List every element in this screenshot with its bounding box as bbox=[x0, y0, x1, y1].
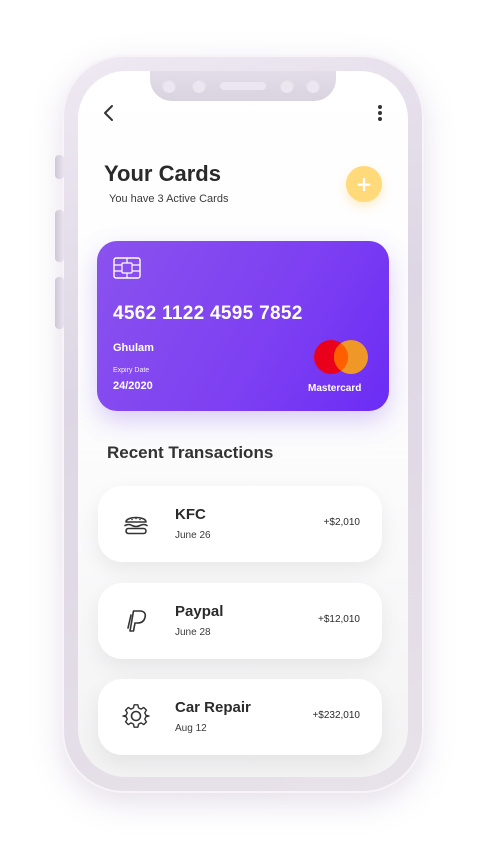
transaction-item[interactable]: Car Repair Aug 12 +$232,010 bbox=[98, 679, 382, 755]
transaction-item[interactable]: Paypal June 28 +$12,010 bbox=[98, 583, 382, 659]
front-camera bbox=[306, 79, 320, 93]
volume-up-button bbox=[55, 210, 64, 262]
sensor-dot bbox=[162, 79, 176, 93]
card-number: 4562 1122 4595 7852 bbox=[113, 303, 303, 324]
phone-frame: Your Cards You have 3 Active Cards + 456… bbox=[55, 55, 424, 793]
transaction-amount: +$232,010 bbox=[312, 710, 360, 721]
transaction-date: Aug 12 bbox=[175, 723, 207, 734]
app-screen: Your Cards You have 3 Active Cards + 456… bbox=[78, 71, 408, 777]
transaction-name: Car Repair bbox=[175, 699, 251, 716]
expiry-label: Expiry Date bbox=[113, 367, 150, 374]
transaction-amount: +$12,010 bbox=[318, 614, 360, 625]
sensor-dot bbox=[192, 79, 206, 93]
more-options-button[interactable] bbox=[368, 101, 392, 125]
volume-down-button bbox=[55, 277, 64, 329]
card-holder-name: Ghulam bbox=[113, 342, 154, 354]
mastercard-logo-icon bbox=[314, 340, 368, 374]
active-cards-count: You have 3 Active Cards bbox=[109, 193, 229, 205]
transaction-amount: +$2,010 bbox=[323, 517, 360, 528]
card-network-label: Mastercard bbox=[308, 383, 362, 394]
mute-switch bbox=[55, 155, 64, 179]
gear-icon bbox=[122, 704, 150, 728]
back-button[interactable] bbox=[98, 101, 122, 125]
credit-card[interactable]: 4562 1122 4595 7852 Ghulam Expiry Date 2… bbox=[97, 241, 389, 411]
paypal-icon bbox=[127, 610, 147, 632]
chevron-left-icon bbox=[104, 105, 113, 121]
more-vertical-icon bbox=[378, 105, 382, 121]
transaction-name: KFC bbox=[175, 506, 206, 523]
burger-icon bbox=[124, 516, 148, 535]
recent-transactions-heading: Recent Transactions bbox=[107, 443, 274, 462]
stage: Your Cards You have 3 Active Cards + 456… bbox=[0, 0, 485, 859]
transaction-date: June 28 bbox=[175, 627, 211, 638]
expiry-date: 24/2020 bbox=[113, 380, 153, 392]
transaction-date: June 26 bbox=[175, 530, 211, 541]
page-title: Your Cards bbox=[104, 161, 221, 186]
sensor-dot bbox=[280, 79, 294, 93]
phone-notch bbox=[150, 71, 336, 101]
add-card-button[interactable]: + bbox=[346, 166, 382, 202]
transaction-name: Paypal bbox=[175, 603, 224, 620]
card-chip-icon bbox=[113, 257, 141, 279]
earpiece-speaker bbox=[220, 82, 266, 90]
transaction-item[interactable]: KFC June 26 +$2,010 bbox=[98, 486, 382, 562]
